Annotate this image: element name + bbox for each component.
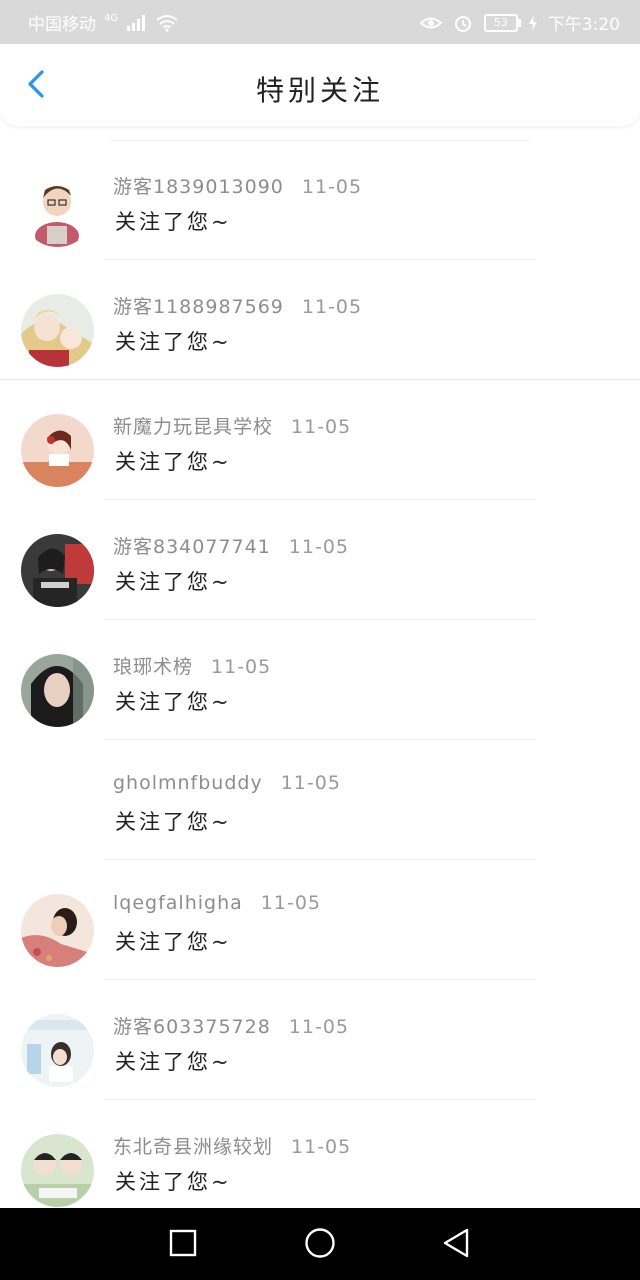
user-name[interactable]: 东北奇县洲缘较划	[113, 1136, 273, 1158]
item-message: 关注了您~	[115, 1170, 232, 1194]
illustrated-girl-avatar[interactable]	[21, 414, 94, 487]
item-message: 关注了您~	[115, 690, 232, 714]
list-item[interactable]: 新魔力玩昆具学校 11-05 关注了您~	[0, 380, 640, 500]
list-item[interactable]: gholmnfbuddy 11-05 关注了您~	[0, 740, 640, 860]
item-message: 关注了您~	[115, 570, 232, 594]
charging-icon	[528, 14, 538, 32]
item-name-line: 游客834077741 11-05	[113, 532, 349, 559]
item-date: 11-05	[301, 176, 363, 198]
status-bar: 中国移动 4G 53 下午3:20	[0, 0, 640, 44]
battery-icon: 53	[483, 13, 521, 32]
home-button[interactable]	[300, 1228, 340, 1262]
item-name-line: 游客603375728 11-05	[113, 1012, 349, 1039]
follow-list: 游客1839013090 11-05 关注了您~ 游客1188987569 11-0…	[0, 126, 640, 1208]
list-item[interactable]: 游客1839013090 11-05 关注了您~	[0, 140, 640, 260]
signal-icon	[126, 14, 148, 32]
user-name[interactable]: 游客834077741	[113, 536, 271, 558]
circle-icon	[304, 1227, 336, 1263]
photo-woman-avatar[interactable]	[21, 654, 94, 727]
chevron-left-icon	[26, 69, 46, 103]
item-message: 关注了您~	[115, 930, 232, 954]
carrier-label: 中国移动	[28, 15, 96, 35]
item-date: 11-05	[260, 892, 321, 914]
item-name-line: 琅琊术榜 11-05	[113, 652, 271, 679]
item-name-line: lqegfalhigha 11-05	[113, 892, 321, 914]
top-app-bar: 特别关注	[0, 44, 640, 126]
item-message: 关注了您~	[115, 330, 232, 354]
photo-girl-avatar[interactable]	[21, 894, 94, 967]
page-title: 特别关注	[255, 74, 384, 107]
item-message: 关注了您~	[115, 810, 232, 834]
item-date: 11-05	[301, 296, 363, 318]
item-name-line: gholmnfbuddy 11-05	[113, 772, 341, 794]
network-type: 4G	[104, 13, 119, 24]
list-item[interactable]: 游客1188987569 11-05 关注了您~	[0, 260, 640, 380]
alarm-icon	[452, 14, 474, 32]
recent-apps-button[interactable]	[163, 1228, 203, 1262]
user-name[interactable]: gholmnfbuddy	[113, 772, 263, 794]
list-item[interactable]: 游客603375728 11-05 关注了您~	[0, 980, 640, 1100]
square-icon	[169, 1229, 197, 1261]
item-message: 关注了您~	[115, 1050, 232, 1074]
list-item[interactable]: lqegfalhigha 11-05 关注了您~	[0, 860, 640, 980]
item-message: 关注了您~	[115, 210, 232, 234]
user-name[interactable]: lqegfalhigha	[113, 892, 243, 914]
list-item[interactable]: 东北奇县洲缘较划 11-05 关注了您~	[0, 1100, 640, 1208]
system-nav-bar	[0, 1208, 640, 1280]
back-nav-button[interactable]	[436, 1228, 476, 1262]
wifi-icon	[156, 14, 178, 32]
illustrated-poster-avatar[interactable]	[21, 1014, 94, 1087]
item-name-line: 东北奇县洲缘较划 11-05	[113, 1132, 351, 1159]
eye-icon	[419, 14, 443, 32]
cartoon-boy-avatar[interactable]	[21, 174, 94, 247]
user-name[interactable]: 游客1839013090	[113, 176, 284, 198]
user-name[interactable]: 游客1188987569	[113, 296, 284, 318]
back-button[interactable]	[18, 68, 54, 104]
item-name-line: 游客1188987569 11-05	[113, 292, 362, 319]
triangle-back-icon	[441, 1227, 471, 1263]
item-date: 11-05	[291, 1136, 352, 1158]
item-date: 11-05	[288, 536, 350, 558]
photo-person-avatar[interactable]	[21, 534, 94, 607]
anime-girl-avatar[interactable]	[21, 294, 94, 367]
item-date: 11-05	[280, 772, 341, 794]
item-date: 11-05	[288, 1016, 350, 1038]
user-name[interactable]: 游客603375728	[113, 1016, 271, 1038]
item-date: 11-05	[211, 656, 272, 678]
list-item[interactable]: 琅琊术榜 11-05 关注了您~	[0, 620, 640, 740]
list-item[interactable]: 游客834077741 11-05 关注了您~	[0, 500, 640, 620]
item-name-line: 游客1839013090 11-05	[113, 172, 362, 199]
item-date: 11-05	[291, 416, 352, 438]
cartoon-pair-avatar[interactable]	[21, 1134, 94, 1207]
clock-time: 下午3:20	[547, 15, 620, 35]
user-name[interactable]: 琅琊术榜	[113, 656, 193, 678]
item-name-line: 新魔力玩昆具学校 11-05	[113, 412, 351, 439]
item-message: 关注了您~	[115, 450, 232, 474]
user-name[interactable]: 新魔力玩昆具学校	[113, 416, 273, 438]
